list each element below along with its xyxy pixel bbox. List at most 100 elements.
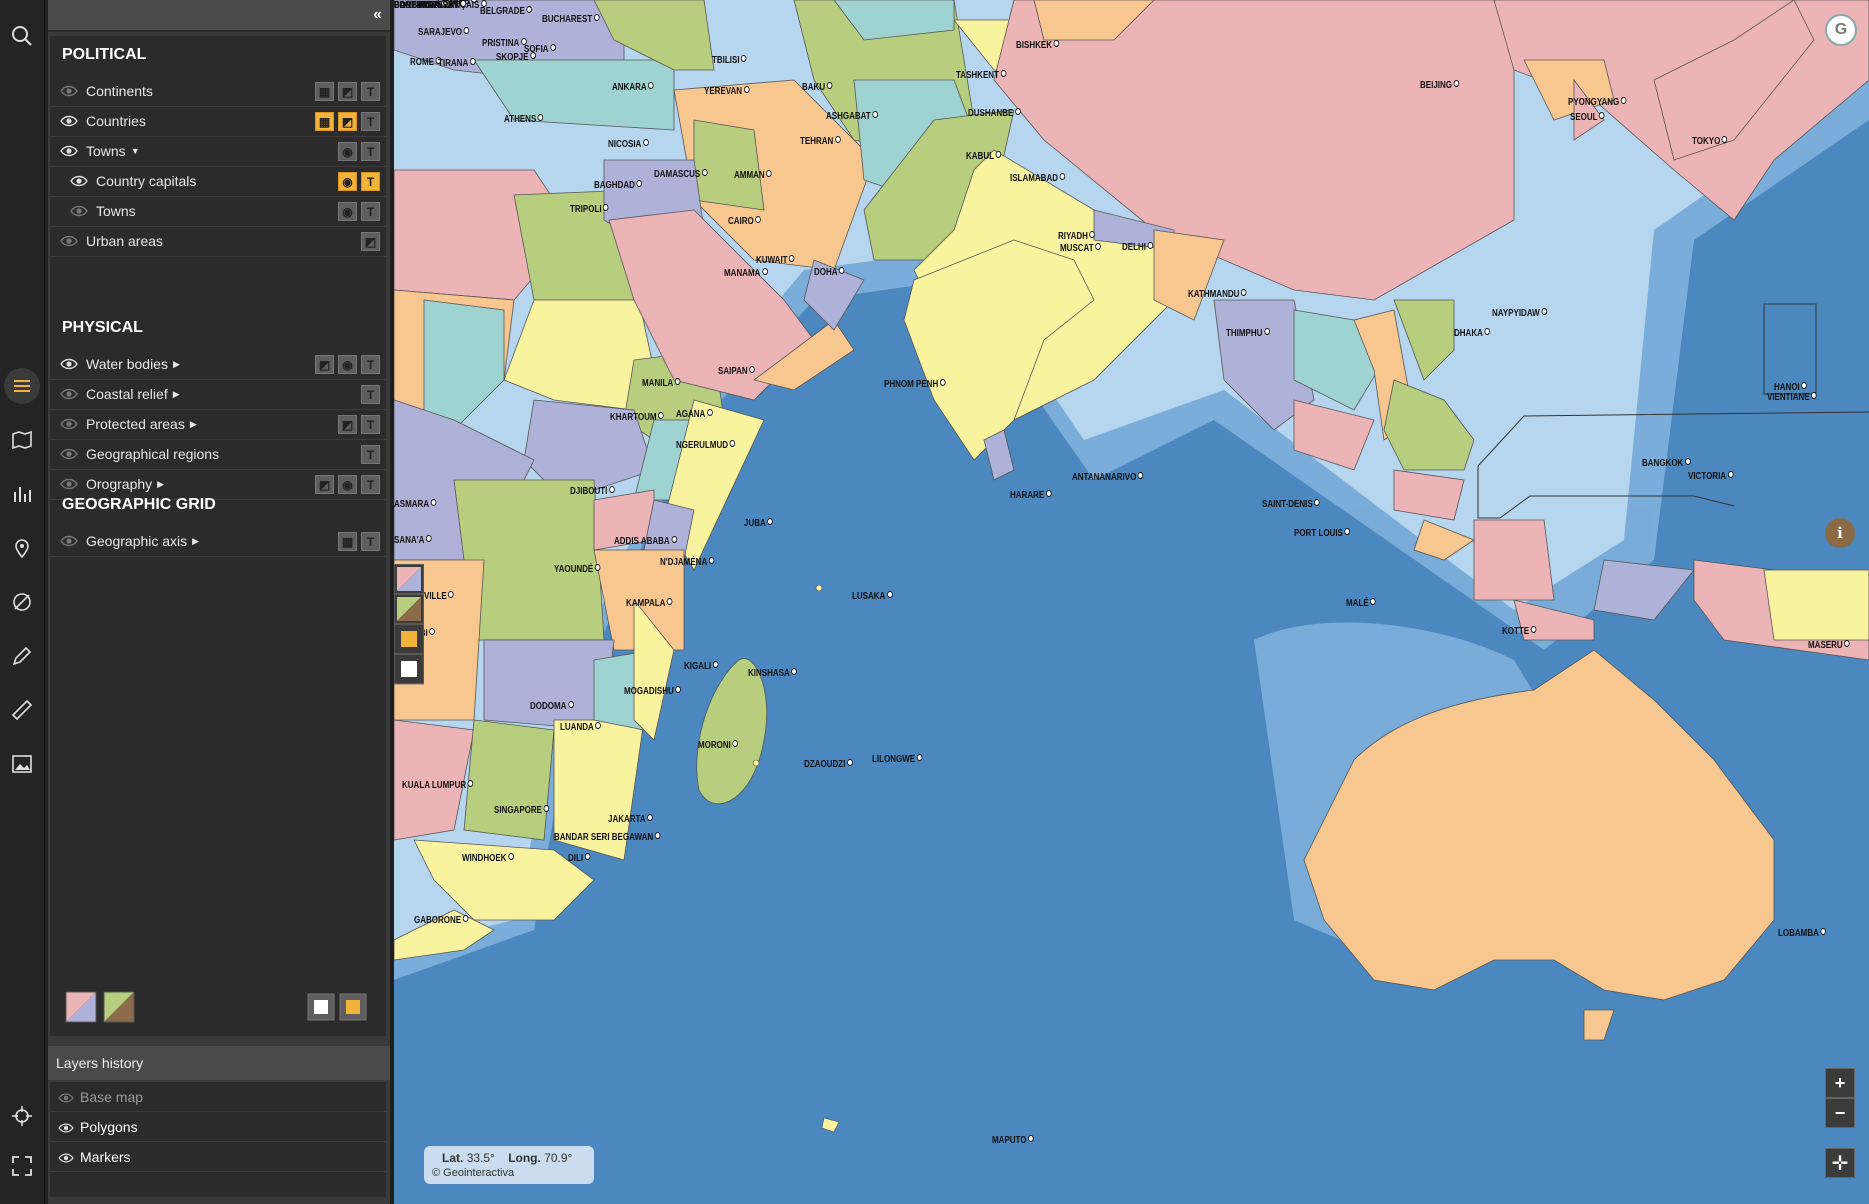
city-label[interactable]: MANAMA (724, 268, 768, 279)
image-export-icon[interactable] (4, 746, 40, 782)
location-pin-icon[interactable] (4, 530, 40, 566)
city-label[interactable]: NICOSIA (608, 139, 649, 150)
pencil-icon[interactable] (4, 638, 40, 674)
city-label[interactable]: DAMASCUS (654, 169, 708, 180)
city-label[interactable]: PHNOM PENH (884, 379, 946, 390)
text-style-icon[interactable]: T (361, 355, 380, 374)
city-label[interactable]: SINGAPORE (494, 805, 550, 816)
polygon-style-icon[interactable]: ▦ (315, 112, 334, 131)
layer-row[interactable]: Geographic axis ▶ ▦ T (50, 526, 386, 557)
marker-style-icon[interactable]: ◉ (338, 172, 357, 191)
city-label[interactable]: HARARE (1010, 490, 1052, 501)
city-label[interactable]: LILONGWE (872, 754, 923, 765)
eye-icon[interactable] (60, 447, 78, 461)
polygon-style-icon[interactable]: ▦ (315, 82, 334, 101)
expand-caret-icon[interactable]: ▶ (190, 419, 197, 429)
city-label[interactable]: DOHA (814, 267, 845, 278)
text-style-icon[interactable]: T (361, 172, 380, 191)
eye-icon[interactable] (60, 144, 78, 158)
eye-icon[interactable] (58, 1121, 74, 1133)
layer-row[interactable]: Country capitals ◉ T (50, 166, 386, 197)
expand-caret-icon[interactable]: ▼ (131, 146, 140, 156)
city-label[interactable]: BISHKEK (1016, 40, 1060, 51)
eye-icon[interactable] (70, 174, 88, 188)
city-label[interactable]: BANDAR SERI BEGAWAN (554, 832, 661, 843)
text-style-icon[interactable]: T (361, 82, 380, 101)
city-label[interactable]: KIGALI (684, 661, 719, 672)
city-label[interactable]: MUSCAT (1060, 243, 1101, 254)
polygon-style-swatch-2[interactable] (103, 991, 135, 1023)
city-label[interactable]: SANA'A (394, 535, 432, 546)
text-style-icon[interactable]: T (361, 112, 380, 131)
expand-caret-icon[interactable]: ▶ (173, 359, 180, 369)
city-label[interactable]: RIYADH (1058, 231, 1096, 242)
city-label[interactable]: KATHMANDU (1188, 289, 1247, 300)
city-label[interactable]: KAMPALA (626, 598, 673, 609)
history-row[interactable]: Markers (50, 1142, 386, 1172)
eye-icon[interactable] (60, 417, 78, 431)
fullscreen-icon[interactable] (4, 1148, 40, 1184)
map-style-icon[interactable]: ◩ (315, 475, 334, 494)
city-label[interactable]: TASHKENT (956, 70, 1007, 81)
city-label[interactable]: KUWAIT (756, 255, 795, 266)
city-label[interactable]: DUSHANBE (968, 108, 1021, 119)
map-style-icon[interactable]: ◩ (338, 82, 357, 101)
zoom-out-button[interactable]: − (1825, 1098, 1855, 1128)
city-label[interactable]: ASMARA (394, 499, 437, 510)
text-style-icon[interactable]: T (361, 445, 380, 464)
city-label[interactable]: ANKARA (612, 82, 654, 93)
text-style-icon[interactable]: T (361, 415, 380, 434)
eye-icon[interactable] (58, 1091, 74, 1103)
city-label[interactable]: AMMAN (734, 170, 772, 181)
eye-icon[interactable] (60, 387, 78, 401)
city-label[interactable]: ROME (410, 57, 442, 68)
city-label[interactable]: BAKU (802, 82, 833, 93)
city-label[interactable]: TRIPOLI (570, 204, 609, 215)
city-label[interactable]: ANTANANARIVO (1072, 472, 1144, 483)
statistics-icon[interactable] (4, 476, 40, 512)
city-label[interactable]: PORT LOUIS (1294, 528, 1351, 539)
city-label[interactable]: JAKARTA (608, 814, 653, 825)
city-label[interactable]: KUALA LUMPUR (402, 780, 474, 791)
city-label[interactable]: BANGKOK (1642, 458, 1691, 469)
ruler-icon[interactable] (4, 692, 40, 728)
map-view[interactable]: ZAGREB BELGRADE BUCHAREST SARAJEVO PRISTINA R… (394, 0, 1869, 1204)
text-style-icon[interactable]: T (361, 385, 380, 404)
city-label[interactable]: TBILISI (712, 55, 747, 66)
text-style-icon[interactable]: T (361, 202, 380, 221)
city-label[interactable]: JUBA (744, 518, 773, 529)
city-label[interactable]: MAPUTO (992, 1135, 1034, 1146)
info-button[interactable]: i (1825, 518, 1855, 548)
text-style-icon[interactable]: T (361, 475, 380, 494)
layer-row[interactable]: Countries ▦ ◩ T (50, 106, 386, 137)
text-style-icon[interactable]: T (361, 142, 380, 161)
city-label[interactable]: GABORONE (414, 915, 469, 926)
marker-style-icon[interactable]: ◉ (338, 142, 357, 161)
eye-icon[interactable] (70, 204, 88, 218)
city-label[interactable]: DZAOUDZI (804, 759, 853, 770)
layer-row[interactable]: Water bodies ▶ ◩ ◉ T (50, 349, 386, 380)
city-label[interactable]: TIRANA (438, 58, 476, 69)
recenter-icon[interactable]: ✛ (1825, 1148, 1855, 1178)
city-label[interactable]: ISLAMABAD (1010, 173, 1066, 184)
layer-row[interactable]: Towns ◉ T (50, 196, 386, 227)
city-label[interactable]: MASERU (1808, 640, 1850, 651)
city-label[interactable]: DODOMA (530, 701, 574, 712)
city-label[interactable]: SEOUL (1570, 112, 1605, 123)
city-label[interactable]: ATHENS (504, 114, 544, 125)
city-label[interactable]: DJIBOUTI (570, 486, 615, 497)
yellow-layer-button[interactable] (339, 993, 367, 1021)
eye-icon[interactable] (58, 1151, 74, 1163)
city-label[interactable]: LUANDA (560, 722, 601, 733)
eye-icon[interactable] (60, 357, 78, 371)
city-label[interactable]: SAINT-DENIS (1262, 499, 1320, 510)
city-label[interactable]: PRISTINA (482, 38, 527, 49)
city-label[interactable]: BUCHAREST (542, 14, 600, 25)
layer-row[interactable]: Towns ▼ ◉ T (50, 136, 386, 167)
expand-caret-icon[interactable]: ▶ (192, 536, 199, 546)
layer-row[interactable]: Continents ▦ ◩ T (50, 76, 386, 107)
white-layer-button[interactable] (307, 993, 335, 1021)
layer-row[interactable]: Geographical regions T (50, 439, 386, 470)
city-label[interactable]: YAOUNDÉ (554, 564, 601, 575)
text-style-icon[interactable]: T (361, 532, 380, 551)
